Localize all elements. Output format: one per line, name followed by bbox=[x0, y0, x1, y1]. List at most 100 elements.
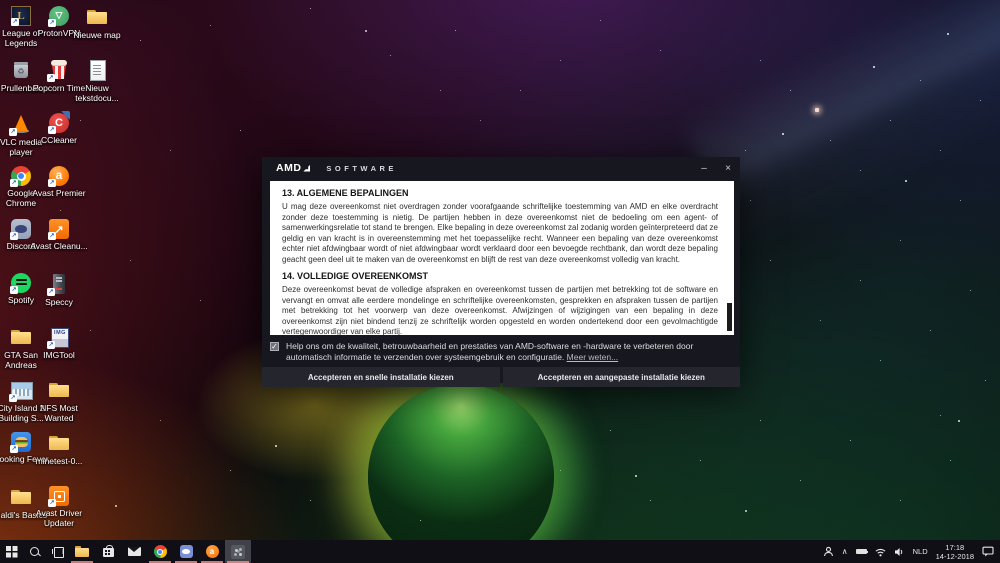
vlc-icon bbox=[10, 113, 32, 135]
chrome-icon bbox=[11, 166, 31, 186]
software-brand-label: SOFTWARE bbox=[326, 164, 397, 173]
shortcut-arrow-icon bbox=[48, 499, 56, 507]
shortcut-arrow-icon bbox=[9, 128, 17, 136]
wifi-icon[interactable] bbox=[875, 547, 886, 557]
battery-icon[interactable] bbox=[856, 549, 867, 555]
start-icon bbox=[6, 546, 18, 558]
desktop-icon-minetest[interactable]: minetest-0... bbox=[39, 432, 79, 467]
shortcut-arrow-icon bbox=[10, 445, 18, 453]
discord-icon bbox=[11, 219, 31, 239]
desktop-icon-avast-cleanup[interactable]: Avast Cleanu... bbox=[39, 219, 79, 252]
shortcut-arrow-icon bbox=[48, 126, 56, 134]
chrome-icon bbox=[154, 545, 167, 558]
accept-custom-install-button[interactable]: Accepteren en aangepaste installatie kie… bbox=[503, 367, 741, 387]
file-explorer-button[interactable] bbox=[69, 540, 95, 563]
taskview-icon bbox=[52, 546, 64, 558]
shortcut-arrow-icon bbox=[10, 286, 18, 294]
desktop-icon-label: Avast Cleanu... bbox=[30, 242, 88, 252]
desktop: League of Legends ProtonVPN Nieuwe map P… bbox=[0, 0, 1000, 563]
telemetry-checkbox[interactable] bbox=[270, 342, 279, 351]
desktop-icon-imgtool[interactable]: IMGTool bbox=[39, 326, 79, 361]
accept-express-install-button[interactable]: Accepteren en snelle installatie kiezen bbox=[262, 367, 500, 387]
titlebar[interactable]: AMD SOFTWARE – × bbox=[262, 157, 740, 179]
desktop-icon-label: Nieuwe map bbox=[68, 31, 126, 41]
desktop-icon-avast-driver-updater[interactable]: Avast Driver Updater bbox=[39, 486, 79, 528]
shortcut-arrow-icon bbox=[11, 18, 19, 26]
amd-icon bbox=[231, 545, 245, 559]
clock-date: 14-12-2018 bbox=[936, 552, 974, 561]
close-button[interactable]: × bbox=[716, 157, 740, 179]
desktop-icon-label: IMGTool bbox=[30, 351, 88, 361]
desktop-icon-gta-san-andreas[interactable]: GTA San Andreas bbox=[1, 326, 41, 370]
action-center-icon[interactable] bbox=[982, 546, 994, 557]
search-button[interactable] bbox=[23, 540, 46, 563]
avast-icon bbox=[49, 166, 69, 186]
desktop-icon-label: Avast Driver Updater bbox=[30, 509, 88, 528]
avastclean-icon bbox=[49, 219, 69, 239]
desktop-icon-google-chrome[interactable]: Google Chrome bbox=[1, 166, 41, 208]
desktop-icon-label: Nieuw tekstdocu... bbox=[68, 84, 126, 103]
shortcut-arrow-icon bbox=[10, 179, 18, 187]
desktop-icon-vlc-media-player[interactable]: VLC media player bbox=[1, 113, 41, 157]
license-section-13-title: 13. ALGEMENE BEPALINGEN bbox=[282, 188, 718, 198]
desktop-icon-speccy[interactable]: Speccy bbox=[39, 273, 79, 308]
speccy-icon bbox=[48, 273, 70, 295]
dialog-buttons: Accepteren en snelle installatie kiezen … bbox=[262, 367, 740, 387]
cityisland-icon bbox=[10, 379, 32, 401]
language-indicator[interactable]: NLD bbox=[913, 547, 928, 556]
popcorn-icon bbox=[48, 59, 70, 81]
desktop-icon-avast-premier[interactable]: Avast Premier bbox=[39, 166, 79, 199]
microsoft-store-button[interactable] bbox=[95, 540, 121, 563]
chevron-up-icon[interactable]: ∧ bbox=[842, 548, 848, 556]
search-icon bbox=[29, 546, 41, 558]
amd-arrow-mark-icon bbox=[303, 165, 310, 172]
recycle-icon bbox=[10, 59, 32, 81]
desktop-icon-label: Avast Premier bbox=[30, 189, 88, 199]
desktop-icon-label: minetest-0... bbox=[30, 457, 88, 467]
system-tray: ∧ NLD 17:18 14-12-2018 bbox=[823, 540, 1000, 563]
shortcut-arrow-icon bbox=[47, 341, 55, 349]
folder-icon bbox=[10, 486, 32, 508]
meer-weten-link[interactable]: Meer weten... bbox=[567, 352, 619, 362]
people-icon[interactable] bbox=[823, 546, 834, 557]
license-section-14-title: 14. VOLLEDIGE OVEREENKOMST bbox=[282, 271, 718, 281]
avast-button[interactable] bbox=[199, 540, 225, 563]
burger-icon bbox=[11, 432, 31, 452]
folder-icon bbox=[75, 545, 90, 558]
taskbar-buttons bbox=[0, 540, 251, 563]
clock-time: 17:18 bbox=[936, 543, 974, 552]
license-section-13-body: U mag deze overeenkomst niet overdragen … bbox=[282, 202, 718, 265]
minimize-button[interactable]: – bbox=[692, 157, 716, 179]
desktop-icon-nfs-most-wanted[interactable]: NFS Most Wanted bbox=[39, 379, 79, 423]
discord-button[interactable] bbox=[173, 540, 199, 563]
shortcut-arrow-icon bbox=[10, 232, 18, 240]
mail-button[interactable] bbox=[121, 540, 147, 563]
chrome-button[interactable] bbox=[147, 540, 173, 563]
ccleaner-icon bbox=[49, 113, 69, 133]
desktop-icon-league-of-legends[interactable]: League of Legends bbox=[1, 6, 41, 48]
license-text-panel: 13. ALGEMENE BEPALINGEN U mag deze overe… bbox=[270, 181, 734, 335]
start-button[interactable] bbox=[0, 540, 23, 563]
store-icon bbox=[102, 545, 115, 558]
amd-installer-button[interactable] bbox=[225, 540, 251, 563]
shortcut-arrow-icon bbox=[48, 179, 56, 187]
avastdriver-icon bbox=[49, 486, 69, 506]
task-view-button[interactable] bbox=[46, 540, 69, 563]
taskbar: ∧ NLD 17:18 14-12-2018 bbox=[0, 540, 1000, 563]
license-scrollbar[interactable] bbox=[726, 181, 732, 335]
telemetry-label: Help ons om de kwaliteit, betrouwbaarhei… bbox=[286, 341, 730, 363]
avast-icon bbox=[206, 545, 219, 558]
desktop-icon-nieuw-tekstdocument[interactable]: Nieuw tekstdocu... bbox=[77, 59, 117, 103]
shortcut-arrow-icon bbox=[48, 232, 56, 240]
desktop-icon-nieuwe-map[interactable]: Nieuwe map bbox=[77, 6, 117, 41]
desktop-icon-ccleaner[interactable]: CCleaner bbox=[39, 113, 79, 146]
lol-icon bbox=[11, 6, 31, 26]
textfile-icon bbox=[86, 59, 108, 81]
telemetry-row: Help ons om de kwaliteit, betrouwbaarhei… bbox=[262, 335, 740, 367]
shortcut-arrow-icon bbox=[47, 288, 55, 296]
spotify-icon bbox=[11, 273, 31, 293]
scrollbar-thumb[interactable] bbox=[727, 303, 732, 331]
volume-icon[interactable] bbox=[894, 547, 905, 557]
shortcut-arrow-icon bbox=[47, 74, 55, 82]
clock[interactable]: 17:18 14-12-2018 bbox=[936, 543, 974, 561]
